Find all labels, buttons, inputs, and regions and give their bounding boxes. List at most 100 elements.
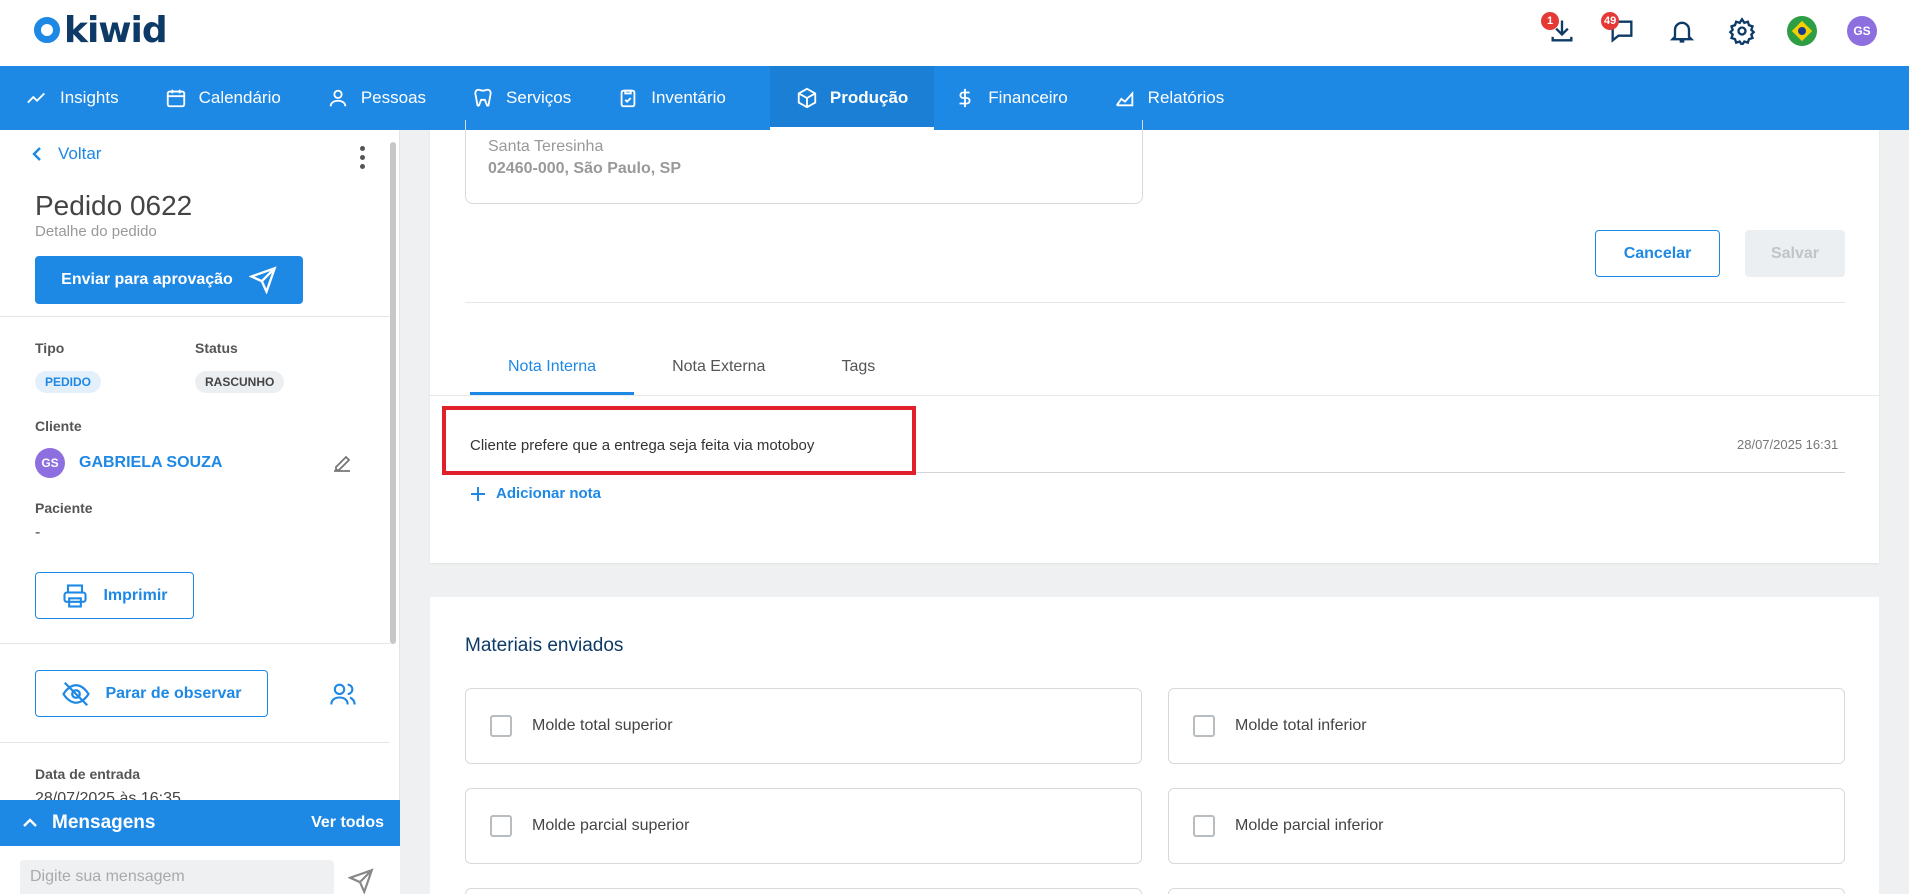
tab-nota-interna[interactable]: Nota Interna [470,350,635,395]
download-button[interactable]: 1 [1541,12,1579,48]
page-subtitle: Detalhe do pedido [35,223,157,240]
note-date: 28/07/2025 16:31 [1737,437,1839,452]
logo-text: kiwid [64,9,168,51]
material-label: Molde parcial superior [532,817,690,834]
person-icon [329,89,347,107]
area-chart-icon [1115,91,1133,107]
print-button[interactable]: Imprimir [35,572,194,619]
divider [0,316,390,317]
more-options-icon[interactable] [360,146,366,169]
send-icon [248,266,277,294]
user-menu-button[interactable]: GS [1845,14,1879,48]
messages-button[interactable]: 49 [1601,12,1639,48]
notifications-button[interactable] [1665,14,1699,48]
divider [465,302,1845,303]
calendar-icon [166,89,185,108]
trend-line-icon [27,92,45,104]
chevron-left-icon [32,147,41,161]
messages-panel: Mensagens Ver todos Digite sua mensagem [0,800,400,894]
material-label: Molde total inferior [1235,717,1367,734]
address-line-1: Santa Teresinha [488,138,604,155]
bell-icon [1669,21,1695,43]
see-all-link[interactable]: Ver todos [311,814,384,832]
paciente-value: - [35,524,41,541]
material-checkbox[interactable]: Molde total superior [465,688,1142,764]
divider [0,643,390,644]
logo-mark-icon [34,17,60,43]
download-badge: 1 [1541,12,1559,30]
order-details-card: Santa Teresinha 02460-000, São Paulo, SP… [430,120,1879,563]
back-link[interactable]: Voltar [30,144,101,164]
message-input[interactable]: Digite sua mensagem [20,860,334,894]
top-bar: kiwid 1 49 GS [0,0,1909,66]
cube-icon [797,87,817,109]
stop-watching-label: Parar de observar [105,684,242,702]
materials-title: Materiais enviados [465,635,624,656]
nav-item-insights[interactable]: Insights [24,66,145,130]
material-checkbox-partial[interactable] [465,888,1142,894]
nav-label: Inventário [651,88,726,107]
material-checkbox[interactable]: Molde parcial superior [465,788,1142,864]
client-avatar: GS [35,448,65,478]
print-label: Imprimir [103,586,168,604]
edit-pencil-icon[interactable] [330,451,354,475]
status-label: Status [195,340,238,356]
address-line-2: 02460-000, São Paulo, SP [488,160,681,177]
nav-item-calendario[interactable]: Calendário [163,66,307,130]
add-note-label: Adicionar nota [496,485,602,502]
nav-label: Pessoas [360,88,427,107]
materials-card: Materiais enviados Molde total superior … [430,597,1879,894]
notes-tabs: Nota Interna Nota Externa Tags [470,350,913,395]
client-name: GABRIELA SOUZA [79,454,223,471]
paciente-label: Paciente [35,500,93,516]
checkbox-icon [1193,715,1215,737]
nav-label: Serviços [506,88,572,107]
nav-label: Financeiro [988,88,1068,107]
tab-tags[interactable]: Tags [803,350,913,395]
clipboard-check-icon [620,89,636,108]
tab-nota-externa[interactable]: Nota Externa [634,350,803,395]
messages-header[interactable]: Mensagens Ver todos [0,800,400,846]
send-message-icon[interactable] [348,868,374,894]
material-checkbox[interactable]: Molde parcial inferior [1168,788,1845,864]
material-checkbox-partial[interactable] [1168,888,1845,894]
stop-watching-button[interactable]: Parar de observar [35,670,268,717]
plus-icon [471,486,485,501]
sidebar-scrollbar[interactable] [390,142,396,644]
save-button[interactable]: Salvar [1745,230,1845,277]
tipo-badge: PEDIDO [35,371,102,393]
add-note-button[interactable]: Adicionar nota [470,485,601,502]
tipo-label: Tipo [35,340,65,356]
material-label: Molde total superior [532,717,673,734]
avatar: GS [1847,16,1877,46]
back-label: Voltar [58,144,102,163]
language-button[interactable] [1785,14,1819,48]
material-checkbox[interactable]: Molde total inferior [1168,688,1845,764]
cancel-button[interactable]: Cancelar [1595,230,1720,277]
send-approval-label: Enviar para aprovação [61,271,233,288]
client-link[interactable]: GS GABRIELA SOUZA [35,448,222,478]
material-label: Molde parcial inferior [1235,817,1384,834]
nav-label: Insights [60,88,119,107]
nav-label: Calendário [198,88,281,107]
settings-button[interactable] [1725,14,1759,48]
nav-item-pessoas[interactable]: Pessoas [325,66,452,130]
kiwid-logo[interactable]: kiwid [34,9,168,51]
status-badge: RASCUNHO [195,371,285,393]
eye-off-icon [62,681,91,706]
cliente-label: Cliente [35,418,82,434]
dollar-icon [959,88,971,108]
tabs-divider [430,395,1879,396]
gear-icon [1728,17,1756,45]
printer-icon [63,583,88,608]
note-highlight-box [442,406,916,475]
divider [0,742,390,743]
brazil-flag-icon [1787,16,1817,46]
watchers-icon[interactable] [329,680,357,708]
messages-title: Mensagens [52,812,156,833]
tooth-icon [474,88,492,107]
send-approval-button[interactable]: Enviar para aprovação [35,256,303,304]
page-title: Pedido 0622 [35,190,193,221]
checkbox-icon [490,815,512,837]
entry-date-label: Data de entrada [35,766,141,782]
